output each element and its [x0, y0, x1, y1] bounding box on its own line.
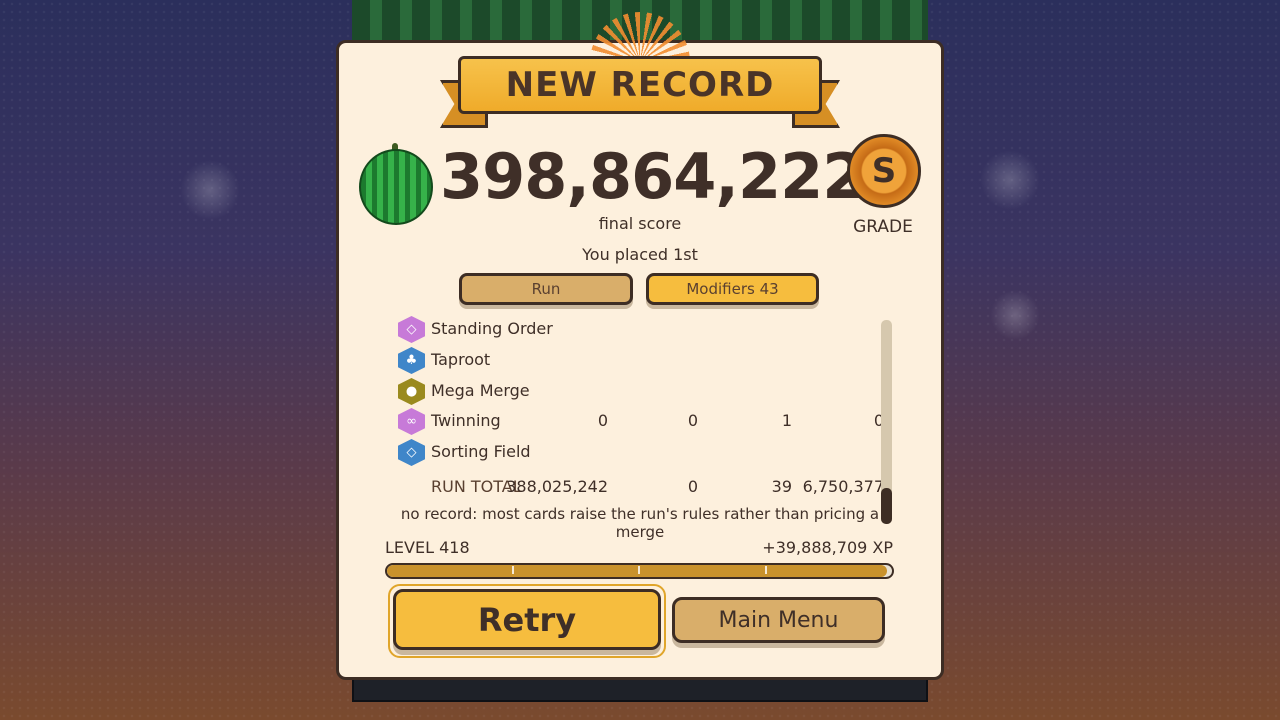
banner-title: NEW RECORD	[505, 65, 775, 105]
run-total-value: 388,025,242	[506, 477, 608, 496]
tab-modifiers[interactable]: Modifiers 43	[646, 273, 819, 305]
xp-progress-fill	[387, 565, 887, 577]
run-total-value: 6,750,377	[802, 477, 884, 496]
modifier-value: 0	[687, 411, 698, 430]
diamond-card-icon: ◇	[398, 316, 425, 343]
run-total-row: RUN TOTAL 388,025,242 0 39 6,750,377	[398, 474, 888, 498]
grade-letter: S	[871, 151, 897, 191]
modifier-name: Mega Merge	[431, 381, 530, 400]
background-sparkle	[990, 290, 1040, 340]
modifier-name: Taproot	[431, 350, 491, 369]
modifier-row[interactable]: ◇ Sorting Field	[398, 439, 888, 467]
tab-run[interactable]: Run	[459, 273, 633, 305]
root-icon: ♣	[398, 347, 425, 374]
level-label: LEVEL 418	[385, 538, 470, 557]
twin-orbs-icon: ∞	[398, 408, 425, 435]
melon-merge-icon: ●	[398, 378, 425, 405]
info-note: no record: most cards raise the run's ru…	[400, 505, 880, 541]
modifier-row[interactable]: ◇ Standing Order	[398, 316, 888, 344]
modifier-value: 1	[781, 411, 792, 430]
retry-button[interactable]: Retry	[393, 589, 661, 650]
modifier-row[interactable]: ♣ Taproot	[398, 347, 888, 375]
diamond-card-icon: ◇	[398, 439, 425, 466]
modifier-name: Standing Order	[431, 319, 553, 338]
xp-gain: +39,888,709 XP	[762, 538, 893, 557]
background-sparkle	[980, 150, 1040, 210]
modifier-row[interactable]: ∞ Twinning 0 0 1 0	[398, 408, 888, 436]
xp-tick	[765, 566, 767, 574]
modifier-value: 0	[597, 411, 608, 430]
final-score-label: final score	[598, 214, 682, 233]
run-total-value: 39	[771, 477, 792, 496]
modifier-name: Twinning	[431, 411, 501, 430]
run-total-value: 0	[687, 477, 698, 496]
placement-text: You placed 1st	[582, 245, 698, 264]
main-menu-button[interactable]: Main Menu	[672, 597, 885, 643]
watermelon-icon	[359, 149, 433, 225]
background-sparkle	[180, 160, 240, 220]
scrollbar-thumb[interactable]	[881, 488, 892, 524]
xp-tick	[512, 566, 514, 574]
grade-label: GRADE	[853, 217, 913, 237]
grade-badge: S	[847, 134, 921, 208]
final-score: 398,864,222	[440, 140, 865, 213]
xp-tick	[638, 566, 640, 574]
modifier-name: Sorting Field	[431, 442, 531, 461]
modifier-row[interactable]: ● Mega Merge	[398, 378, 888, 406]
new-record-banner: NEW RECORD	[458, 56, 822, 114]
